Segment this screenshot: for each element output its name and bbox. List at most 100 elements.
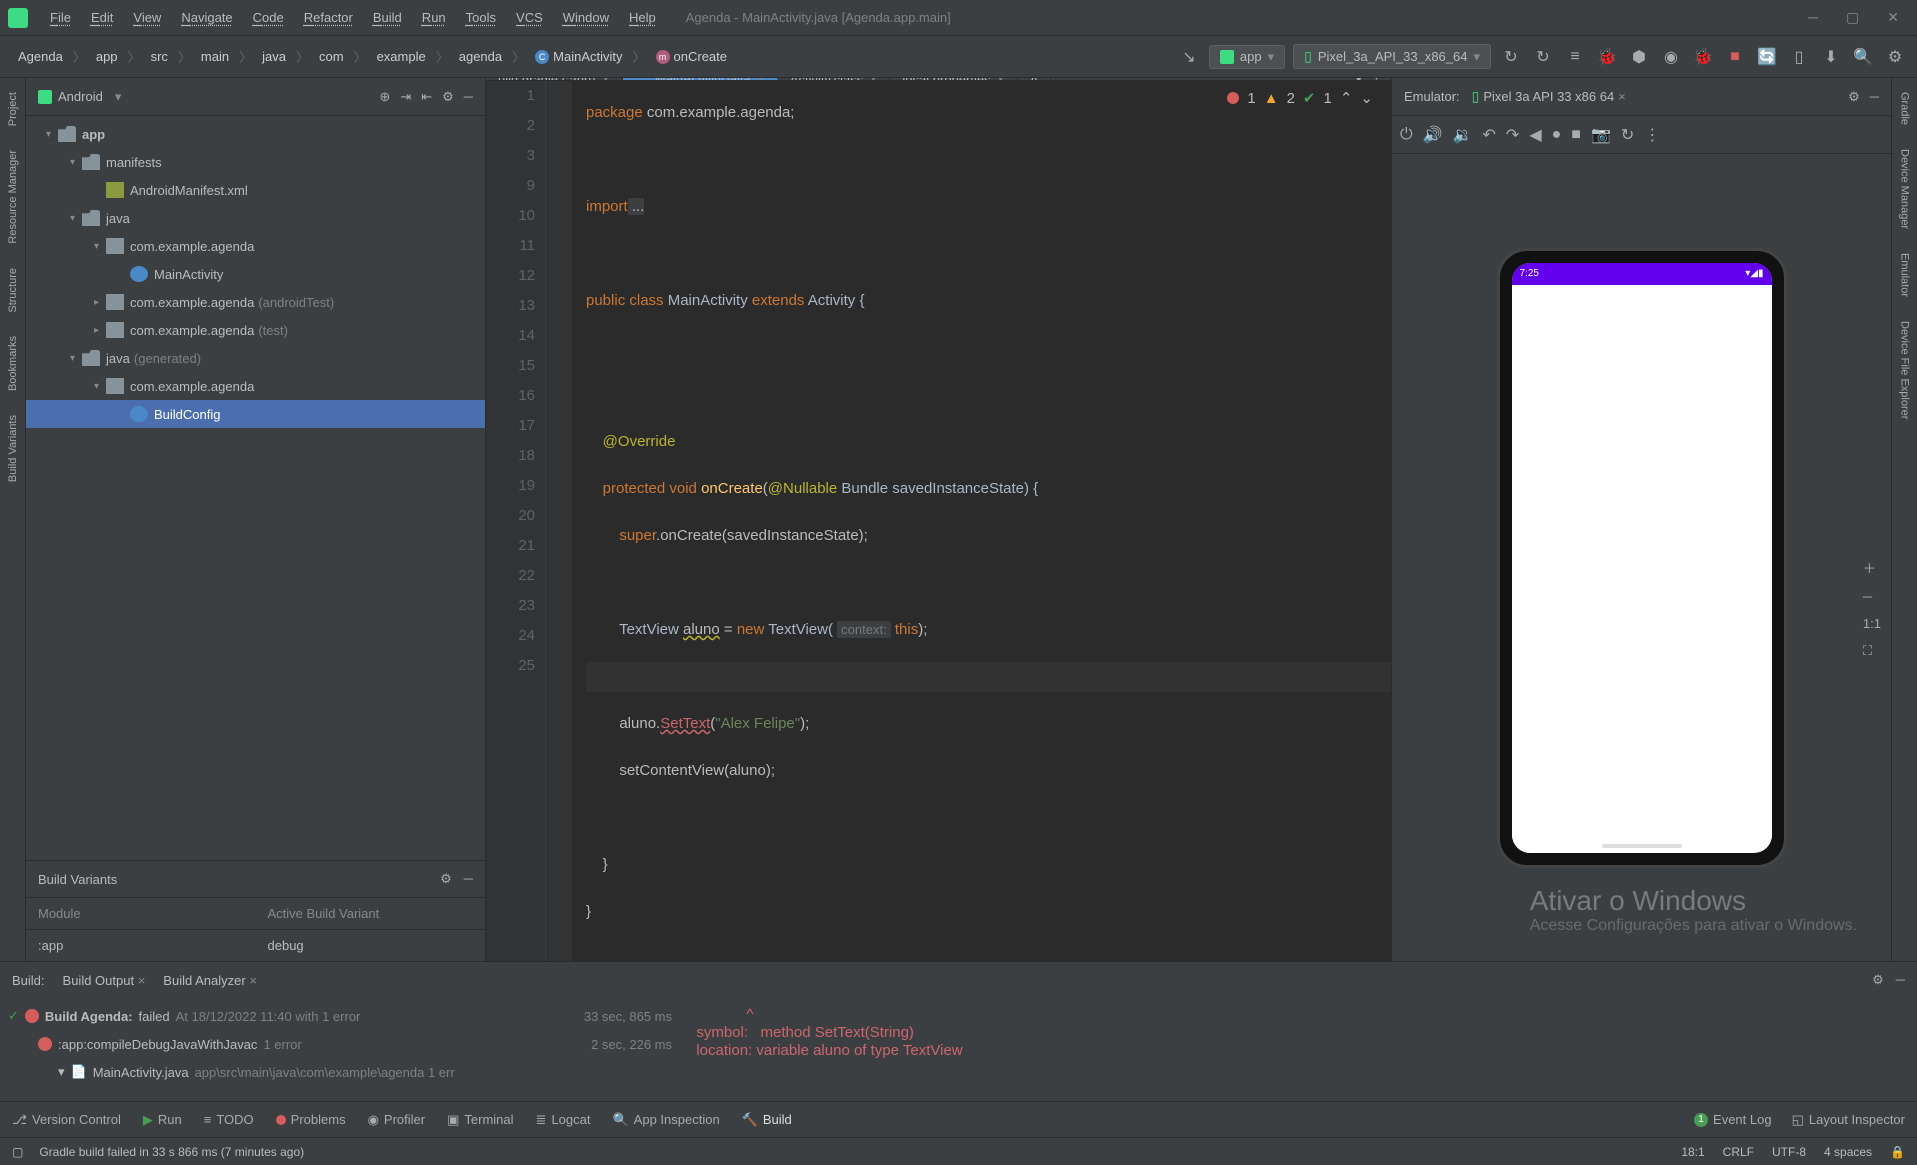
line-separator[interactable]: CRLF [1723,1145,1754,1159]
menu-help[interactable]: Help [619,6,666,29]
tree-pkg2[interactable]: ▸com.example.agenda(androidTest) [26,288,485,316]
zoom-reset-icon[interactable]: 1:1 [1863,616,1881,631]
run-button[interactable]: ↻ [1499,45,1523,69]
close-icon[interactable]: × [249,973,257,988]
crumb-mainactivity[interactable]: CMainActivity [527,47,630,67]
crumb-src[interactable]: src [143,47,176,66]
build-tree[interactable]: ✓Build Agenda: failed At 18/12/2022 11:4… [0,998,680,1101]
rotate-left-icon[interactable]: ↶ [1483,125,1496,145]
layout-inspector-tool[interactable]: ◱ Layout Inspector [1792,1112,1905,1128]
version-control-tool[interactable]: ⎇ Version Control [12,1112,121,1128]
rotate-right-icon[interactable]: ↷ [1506,125,1519,145]
tab-local-properties[interactable]: local.properties× [890,78,1017,80]
tree-app[interactable]: ▾app [26,120,485,148]
menu-run[interactable]: Run [412,6,456,29]
crumb-agenda[interactable]: Agenda [10,47,71,66]
menu-tools[interactable]: Tools [456,6,506,29]
crumb-example[interactable]: example [369,47,434,66]
attach-debugger-icon[interactable]: 🐞 [1691,45,1715,69]
close-button[interactable]: ✕ [1887,9,1899,26]
inspections-widget[interactable]: 1 ▲2 ✔1 ⌃⌄ [1221,87,1379,109]
indent-config[interactable]: 4 spaces [1824,1145,1872,1159]
stop-button[interactable]: ■ [1723,45,1747,69]
sdk-icon[interactable]: ⬇ [1819,45,1843,69]
rail-device-file-explorer[interactable]: Device File Explorer [1897,315,1913,425]
hide-icon[interactable]: ─ [1896,972,1905,988]
build-output-tab[interactable]: Build Output × [63,973,146,988]
home-icon[interactable]: ● [1552,126,1562,144]
menu-edit[interactable]: Edit [81,6,123,29]
rail-resource-manager[interactable]: Resource Manager [5,144,21,250]
tab-activity-class[interactable]: Activity.class× [778,78,891,80]
collapse-all-icon[interactable]: ⇤ [421,89,432,105]
gear-icon[interactable]: ⚙ [440,871,452,887]
run-tool[interactable]: ▶ Run [143,1112,182,1128]
tree-pkg4[interactable]: ▾com.example.agenda [26,372,485,400]
gear-icon[interactable]: ⚙ [1872,972,1884,988]
breadcrumb[interactable]: Agenda〉 app〉 src〉 main〉 java〉 com〉 examp… [10,47,735,67]
volume-up-icon[interactable]: 🔊 [1423,125,1443,145]
device-dropdown[interactable]: ▯Pixel_3a_API_33_x86_64▾ [1293,44,1491,69]
next-highlight-icon[interactable]: ⌄ [1360,89,1373,107]
rail-bookmarks[interactable]: Bookmarks [5,330,21,397]
crumb-app[interactable]: app [88,47,126,66]
todo-tool[interactable]: ≡ TODO [204,1112,254,1127]
prev-highlight-icon[interactable]: ⌃ [1340,89,1353,107]
gear-icon[interactable]: ⚙ [1848,89,1860,105]
screenshot-icon[interactable]: 📷 [1591,125,1611,145]
tab-mainactivity[interactable]: MainActivity.java× [623,78,778,80]
menu-file[interactable]: File [40,6,81,29]
maximize-button[interactable]: ▢ [1846,9,1859,26]
menu-vcs[interactable]: VCS [506,6,553,29]
phone-nav-pill[interactable] [1602,844,1682,848]
hide-icon[interactable]: ─ [464,871,473,887]
app-inspection-tool[interactable]: 🔍 App Inspection [612,1112,719,1128]
status-notification-icon[interactable]: ▢ [12,1145,23,1159]
more-icon[interactable]: ⋮ [1644,125,1660,145]
run-config-dropdown[interactable]: app▾ [1209,45,1285,69]
phone-screen-content[interactable] [1512,285,1772,839]
tree-mainactivity[interactable]: MainActivity [26,260,485,288]
select-opened-icon[interactable]: ⊕ [379,89,390,105]
close-icon[interactable]: × [138,973,146,988]
power-icon[interactable]: ⏻ [1400,126,1413,144]
rail-build-variants[interactable]: Build Variants [5,409,21,488]
settings-icon[interactable]: ⚙ [1883,45,1907,69]
build-analyzer-tab[interactable]: Build Analyzer × [163,973,257,988]
rail-structure[interactable]: Structure [5,262,21,319]
coverage-icon[interactable]: ⬢ [1627,45,1651,69]
sync-icon[interactable]: 🔄 [1755,45,1779,69]
hide-icon[interactable]: ─ [1870,89,1879,105]
profile-icon[interactable]: ◉ [1659,45,1683,69]
overview-icon[interactable]: ■ [1571,126,1581,144]
terminal-tool[interactable]: ▣ Terminal [447,1112,513,1128]
menu-refactor[interactable]: Refactor [294,6,363,29]
project-tree[interactable]: ▾app ▾manifests AndroidManifest.xml ▾jav… [26,116,485,860]
build-tool[interactable]: 🔨 Build [742,1112,792,1128]
minimize-button[interactable]: ─ [1808,9,1818,26]
line-gutter[interactable]: 123910111213141516171819202122232425 [486,81,546,961]
tree-java[interactable]: ▾java [26,204,485,232]
zoom-fit-icon[interactable]: ⛶ [1863,643,1881,659]
menu-code[interactable]: Code [243,6,294,29]
rail-project[interactable]: Project [5,86,21,132]
apply-changes-icon[interactable]: ↻ [1531,45,1555,69]
debug-button[interactable]: 🐞 [1595,45,1619,69]
profiler-tool[interactable]: ◉ Profiler [368,1112,426,1128]
bv-module-value[interactable]: :app [26,929,256,961]
hide-icon[interactable]: ─ [464,89,473,105]
expand-all-icon[interactable]: ⇥ [400,89,411,105]
tree-pkg3[interactable]: ▸com.example.agenda(test) [26,316,485,344]
tree-pkg1[interactable]: ▾com.example.agenda [26,232,485,260]
crumb-main[interactable]: main [193,47,237,66]
menu-build[interactable]: Build [363,6,412,29]
emulator-device-name[interactable]: Pixel 3a API 33 x86 64 [1483,89,1614,104]
avd-icon[interactable]: ▯ [1787,45,1811,69]
build-output-text[interactable]: ^ symbol: method SetText(String) locatio… [680,998,1917,1101]
tab-build-gradle[interactable]: uild.gradle (:app)× [486,78,623,80]
tab-overflow[interactable]: A [1018,78,1052,80]
close-icon[interactable]: × [1618,89,1626,104]
caret-position[interactable]: 18:1 [1681,1145,1704,1159]
build-hammer-icon[interactable]: ↘ [1177,45,1201,69]
snapshot-icon[interactable]: ↻ [1621,125,1634,145]
